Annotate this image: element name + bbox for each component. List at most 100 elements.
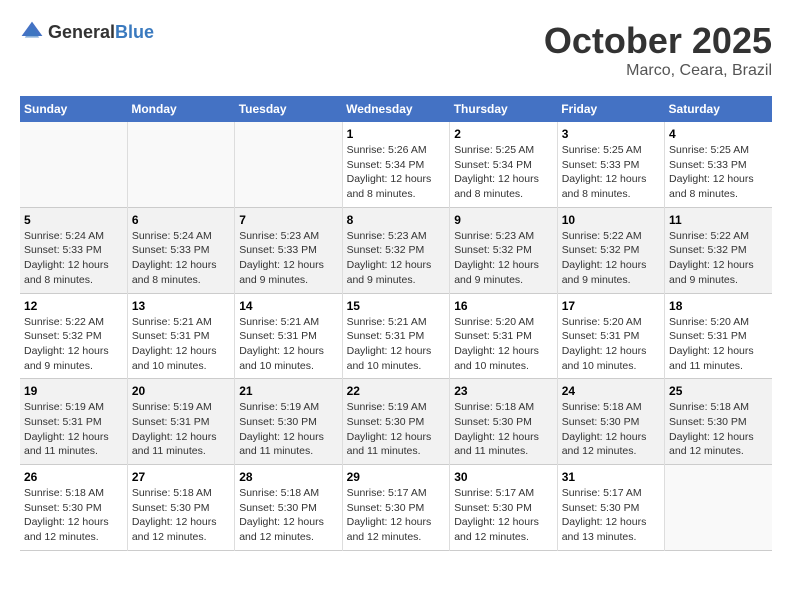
day-info: Sunrise: 5:23 AM Sunset: 5:32 PM Dayligh… [347, 229, 446, 288]
calendar-cell: 3 Sunrise: 5:25 AM Sunset: 5:33 PM Daylig… [557, 122, 664, 207]
calendar-cell: 12 Sunrise: 5:22 AM Sunset: 5:32 PM Dayli… [20, 293, 127, 379]
day-info: Sunrise: 5:18 AM Sunset: 5:30 PM Dayligh… [132, 486, 230, 545]
main-title: October 2025 [544, 20, 772, 62]
day-info: Sunrise: 5:19 AM Sunset: 5:30 PM Dayligh… [347, 400, 446, 459]
calendar-cell: 20 Sunrise: 5:19 AM Sunset: 5:31 PM Dayli… [127, 379, 234, 465]
calendar-header: SundayMondayTuesdayWednesdayThursdayFrid… [20, 96, 772, 122]
weekday-header: Sunday [20, 96, 127, 122]
day-number: 29 [347, 470, 446, 484]
calendar-cell: 6 Sunrise: 5:24 AM Sunset: 5:33 PM Daylig… [127, 207, 234, 293]
logo-blue: Blue [115, 22, 154, 42]
day-number: 18 [669, 299, 768, 313]
day-info: Sunrise: 5:22 AM Sunset: 5:32 PM Dayligh… [24, 315, 123, 374]
day-info: Sunrise: 5:18 AM Sunset: 5:30 PM Dayligh… [669, 400, 768, 459]
day-info: Sunrise: 5:25 AM Sunset: 5:33 PM Dayligh… [562, 143, 660, 202]
calendar-cell [665, 465, 772, 551]
day-info: Sunrise: 5:22 AM Sunset: 5:32 PM Dayligh… [669, 229, 768, 288]
day-number: 26 [24, 470, 123, 484]
day-number: 3 [562, 127, 660, 141]
calendar-cell: 7Sunrise: 5:23 AM Sunset: 5:33 PM Daylig… [235, 207, 342, 293]
calendar-cell: 16Sunrise: 5:20 AM Sunset: 5:31 PM Dayli… [450, 293, 557, 379]
day-info: Sunrise: 5:19 AM Sunset: 5:31 PM Dayligh… [24, 400, 123, 459]
calendar-cell: 24 Sunrise: 5:18 AM Sunset: 5:30 PM Dayli… [557, 379, 664, 465]
day-number: 5 [24, 213, 123, 227]
day-number: 30 [454, 470, 552, 484]
day-number: 13 [132, 299, 230, 313]
calendar-cell: 19 Sunrise: 5:19 AM Sunset: 5:31 PM Dayli… [20, 379, 127, 465]
day-info: Sunrise: 5:25 AM Sunset: 5:33 PM Dayligh… [669, 143, 768, 202]
calendar-cell: 1 Sunrise: 5:26 AM Sunset: 5:34 PM Daylig… [342, 122, 450, 207]
day-info: Sunrise: 5:17 AM Sunset: 5:30 PM Dayligh… [454, 486, 552, 545]
day-info: Sunrise: 5:18 AM Sunset: 5:30 PM Dayligh… [239, 486, 337, 545]
calendar-cell: 22 Sunrise: 5:19 AM Sunset: 5:30 PM Dayli… [342, 379, 450, 465]
day-info: Sunrise: 5:19 AM Sunset: 5:31 PM Dayligh… [132, 400, 230, 459]
day-number: 9 [454, 213, 552, 227]
day-info: Sunrise: 5:17 AM Sunset: 5:30 PM Dayligh… [562, 486, 660, 545]
weekday-header: Friday [557, 96, 664, 122]
day-number: 24 [562, 384, 660, 398]
calendar-cell [127, 122, 234, 207]
day-info: Sunrise: 5:21 AM Sunset: 5:31 PM Dayligh… [239, 315, 337, 374]
day-number: 6 [132, 213, 230, 227]
day-number: 17 [562, 299, 660, 313]
calendar-cell: 18 Sunrise: 5:20 AM Sunset: 5:31 PM Dayli… [665, 293, 772, 379]
weekday-header: Tuesday [235, 96, 342, 122]
day-info: Sunrise: 5:17 AM Sunset: 5:30 PM Dayligh… [347, 486, 446, 545]
day-info: Sunrise: 5:20 AM Sunset: 5:31 PM Dayligh… [562, 315, 660, 374]
calendar-cell: 2 Sunrise: 5:25 AM Sunset: 5:34 PM Daylig… [450, 122, 557, 207]
day-info: Sunrise: 5:18 AM Sunset: 5:30 PM Dayligh… [454, 400, 552, 459]
day-number: 20 [132, 384, 230, 398]
day-info: Sunrise: 5:20 AM Sunset: 5:31 PM Dayligh… [454, 315, 552, 374]
calendar-cell: 21Sunrise: 5:19 AM Sunset: 5:30 PM Dayli… [235, 379, 342, 465]
header: GeneralBlue October 2025 Marco, Ceara, B… [20, 20, 772, 80]
day-info: Sunrise: 5:23 AM Sunset: 5:32 PM Dayligh… [454, 229, 552, 288]
day-info: Sunrise: 5:18 AM Sunset: 5:30 PM Dayligh… [24, 486, 123, 545]
calendar-cell: 28Sunrise: 5:18 AM Sunset: 5:30 PM Dayli… [235, 465, 342, 551]
day-number: 12 [24, 299, 123, 313]
day-number: 1 [347, 127, 446, 141]
calendar-cell [235, 122, 342, 207]
day-number: 27 [132, 470, 230, 484]
day-info: Sunrise: 5:26 AM Sunset: 5:34 PM Dayligh… [347, 143, 446, 202]
calendar-cell: 17 Sunrise: 5:20 AM Sunset: 5:31 PM Dayli… [557, 293, 664, 379]
day-number: 10 [562, 213, 660, 227]
calendar-cell: 25Sunrise: 5:18 AM Sunset: 5:30 PM Dayli… [665, 379, 772, 465]
calendar-cell: 9 Sunrise: 5:23 AM Sunset: 5:32 PM Daylig… [450, 207, 557, 293]
calendar-cell: 5 Sunrise: 5:24 AM Sunset: 5:33 PM Daylig… [20, 207, 127, 293]
day-number: 2 [454, 127, 552, 141]
calendar-cell: 4Sunrise: 5:25 AM Sunset: 5:33 PM Daylig… [665, 122, 772, 207]
day-info: Sunrise: 5:21 AM Sunset: 5:31 PM Dayligh… [132, 315, 230, 374]
calendar-cell: 31Sunrise: 5:17 AM Sunset: 5:30 PM Dayli… [557, 465, 664, 551]
day-info: Sunrise: 5:18 AM Sunset: 5:30 PM Dayligh… [562, 400, 660, 459]
calendar-cell: 23 Sunrise: 5:18 AM Sunset: 5:30 PM Dayli… [450, 379, 557, 465]
calendar-cell: 26 Sunrise: 5:18 AM Sunset: 5:30 PM Dayli… [20, 465, 127, 551]
day-info: Sunrise: 5:24 AM Sunset: 5:33 PM Dayligh… [24, 229, 123, 288]
day-number: 14 [239, 299, 337, 313]
weekday-header: Thursday [450, 96, 557, 122]
day-info: Sunrise: 5:20 AM Sunset: 5:31 PM Dayligh… [669, 315, 768, 374]
weekday-header: Wednesday [342, 96, 450, 122]
day-info: Sunrise: 5:24 AM Sunset: 5:33 PM Dayligh… [132, 229, 230, 288]
day-number: 11 [669, 213, 768, 227]
calendar-cell: 10 Sunrise: 5:22 AM Sunset: 5:32 PM Dayli… [557, 207, 664, 293]
calendar-cell: 30 Sunrise: 5:17 AM Sunset: 5:30 PM Dayli… [450, 465, 557, 551]
day-number: 23 [454, 384, 552, 398]
logo-general: General [48, 22, 115, 42]
logo: GeneralBlue [20, 20, 154, 44]
day-number: 8 [347, 213, 446, 227]
weekday-header: Saturday [665, 96, 772, 122]
day-info: Sunrise: 5:21 AM Sunset: 5:31 PM Dayligh… [347, 315, 446, 374]
day-info: Sunrise: 5:19 AM Sunset: 5:30 PM Dayligh… [239, 400, 337, 459]
calendar-cell: 8 Sunrise: 5:23 AM Sunset: 5:32 PM Daylig… [342, 207, 450, 293]
day-info: Sunrise: 5:22 AM Sunset: 5:32 PM Dayligh… [562, 229, 660, 288]
weekday-header: Monday [127, 96, 234, 122]
day-number: 7 [239, 213, 337, 227]
subtitle: Marco, Ceara, Brazil [544, 62, 772, 80]
day-number: 22 [347, 384, 446, 398]
calendar-cell: 11 Sunrise: 5:22 AM Sunset: 5:32 PM Dayli… [665, 207, 772, 293]
day-info: Sunrise: 5:25 AM Sunset: 5:34 PM Dayligh… [454, 143, 552, 202]
calendar-cell: 13 Sunrise: 5:21 AM Sunset: 5:31 PM Dayli… [127, 293, 234, 379]
day-number: 19 [24, 384, 123, 398]
calendar-cell: 27 Sunrise: 5:18 AM Sunset: 5:30 PM Dayli… [127, 465, 234, 551]
calendar-cell: 15Sunrise: 5:21 AM Sunset: 5:31 PM Dayli… [342, 293, 450, 379]
